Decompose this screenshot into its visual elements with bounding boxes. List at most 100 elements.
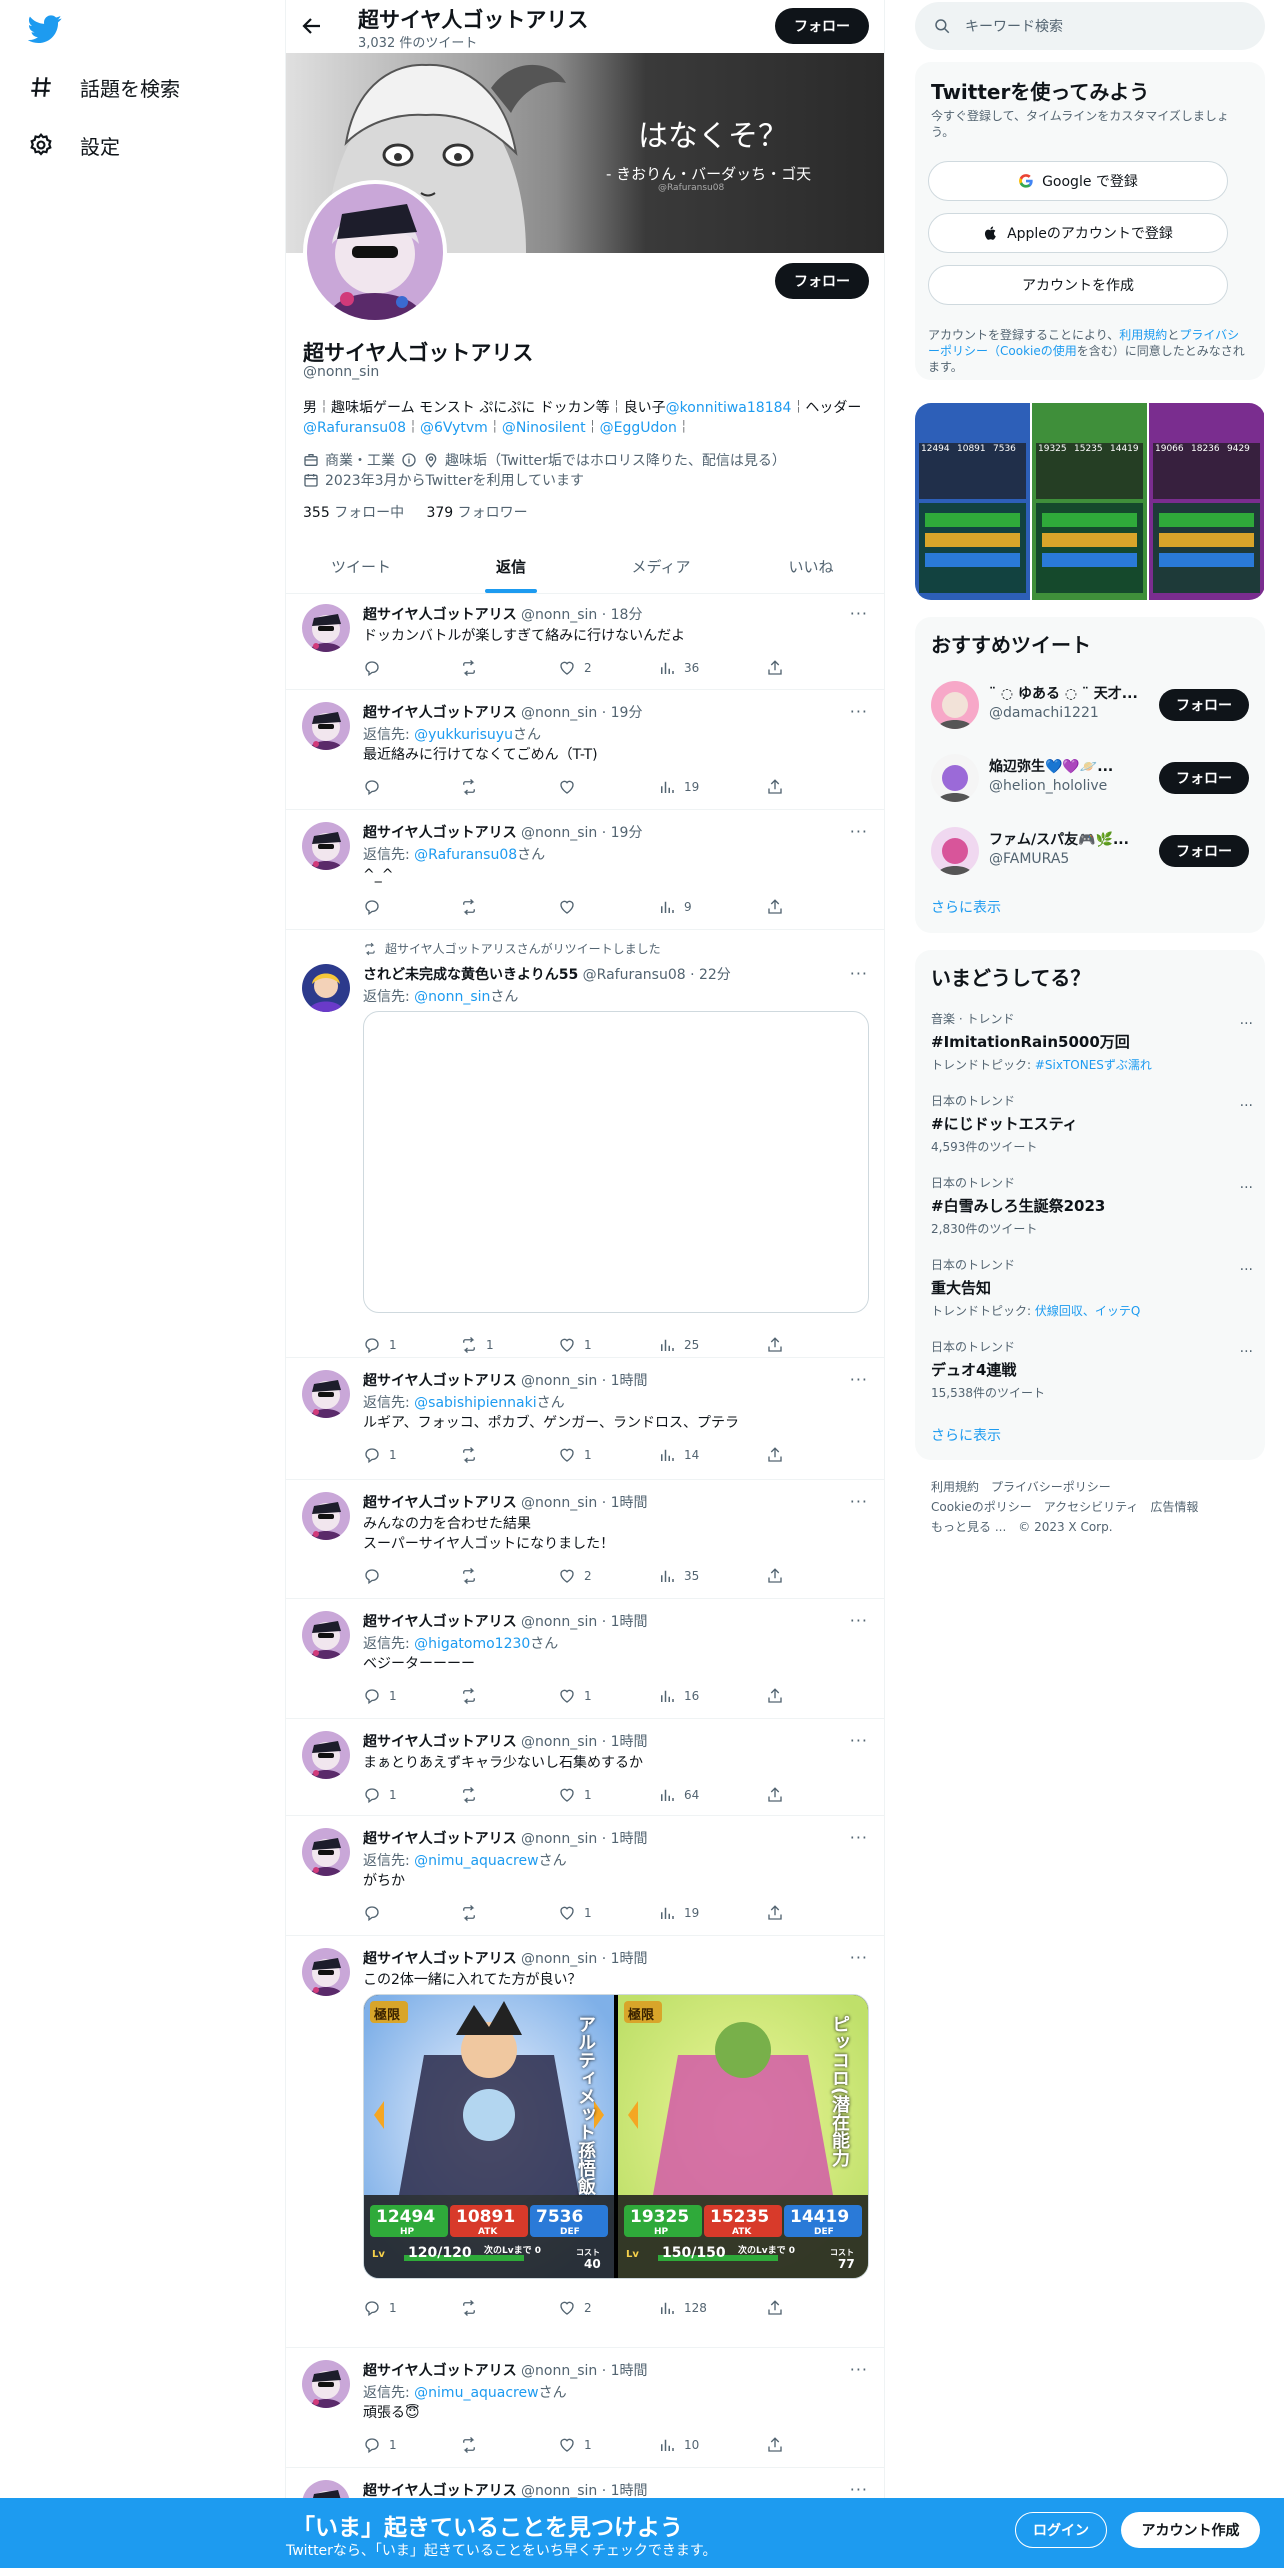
share-button[interactable] [766,2298,784,2318]
more-options-icon[interactable]: ··· [850,1611,868,1630]
reply-button[interactable] [363,658,389,678]
retweet-button[interactable] [460,1445,486,1465]
reply-to-mention[interactable]: @nimu_aquacrew [414,2385,538,2401]
nav-settings[interactable]: 設定 [28,125,120,165]
share-button[interactable] [766,1903,784,1923]
tweet-avatar[interactable] [302,2360,350,2408]
tweet[interactable]: 超サイヤ人ゴットアリス @nonn_sin · 1時間 ··· 返信先: @nimu… [286,1816,884,1936]
reply-button[interactable]: 1 [363,1686,397,1706]
tweet-avatar[interactable] [302,822,350,870]
recommended-avatar[interactable] [931,754,979,802]
retweet-button[interactable] [460,897,486,917]
search-box[interactable]: キーワード検索 [915,2,1265,50]
retweet-button[interactable] [460,2435,486,2455]
tweet[interactable]: 超サイヤ人ゴットアリス @nonn_sin · 1時間 ··· みんなの力を合わせた… [286,1480,884,1599]
like-button[interactable]: 1 [558,1445,592,1465]
recommended-follow-button[interactable]: フォロー [1159,762,1249,794]
tweet[interactable]: 超サイヤ人ゴットアリス @nonn_sin · 1時間 ··· [286,2468,884,2500]
more-options-icon[interactable]: ··· [850,1492,868,1511]
tweet-author-name[interactable]: 超サイヤ人ゴットアリス [363,607,517,623]
tweet-avatar[interactable] [302,702,350,750]
share-button[interactable] [766,1686,784,1706]
tweet[interactable]: 超サイヤ人ゴットアリス @nonn_sin · 1時間 ··· 返信先: @sabi… [286,1358,884,1480]
tweet-avatar[interactable] [302,1948,350,1996]
reply-to-mention[interactable]: @sabishipiennaki [414,1395,536,1411]
like-button[interactable] [558,777,584,797]
bio-mention[interactable]: @konnitiwa18184 [666,400,792,416]
trend-more-icon[interactable]: ··· [1240,1262,1253,1278]
retweet-button[interactable] [460,1686,486,1706]
more-options-icon[interactable]: ··· [850,2480,868,2499]
recommended-follow-button[interactable]: フォロー [1159,689,1249,721]
recommended-name[interactable]: 焔辺弥生💙💜🪐... [989,756,1149,776]
terms-link[interactable]: 利用規約 [1119,328,1167,342]
tweet[interactable]: 超サイヤ人ゴットアリス @nonn_sin · 19分 ··· 返信先: @yukk… [286,690,884,810]
reply-button[interactable]: 1 [363,2298,397,2318]
reply-button[interactable]: 1 [363,1785,397,1805]
share-button[interactable] [766,1566,784,1586]
like-button[interactable]: 1 [558,1686,592,1706]
views-button[interactable]: 19 [658,777,699,797]
recommended-follow-button[interactable]: フォロー [1159,835,1249,867]
more-options-icon[interactable]: ··· [850,2360,868,2379]
views-button[interactable]: 10 [658,2435,699,2455]
views-button[interactable]: 128 [658,2298,707,2318]
tweet-author-name[interactable]: 超サイヤ人ゴットアリス [363,1614,517,1630]
more-options-icon[interactable]: ··· [850,604,868,623]
tweet[interactable]: 超サイヤ人ゴットアリス @nonn_sin · 18分 ··· ドッカンバトルが楽し… [286,592,884,690]
tab-likes[interactable]: いいね [736,540,884,593]
reply-to-mention[interactable]: @higatomo1230 [414,1636,530,1652]
recommended-account[interactable]: ファム/スパ友🎮🌿... @FAMURA5 フォロー [931,823,1251,879]
reply-button[interactable] [363,1903,389,1923]
like-button[interactable]: 1 [558,2435,592,2455]
views-button[interactable]: 25 [658,1335,699,1355]
tweet-author-name[interactable]: 超サイヤ人ゴットアリス [363,1951,517,1967]
reply-button[interactable]: 1 [363,1335,397,1355]
retweet-button[interactable] [460,1903,486,1923]
recommend-show-more[interactable]: さらに表示 [931,897,1001,917]
reply-button[interactable]: 1 [363,1445,397,1465]
trend-item[interactable]: 日本のトレンド 重大告知 トレンドトピック: 伏線回収、イッテQ ··· [931,1256,1253,1319]
more-options-icon[interactable]: ··· [850,964,868,983]
trend-more-icon[interactable]: ··· [1240,1016,1253,1032]
profile-follow-button[interactable]: フォロー [775,263,869,299]
views-button[interactable]: 36 [658,658,699,678]
trend-name[interactable]: デュオ4連戦 [931,1359,1251,1380]
profile-avatar[interactable] [303,180,447,324]
share-button[interactable] [766,777,784,797]
views-button[interactable]: 19 [658,1903,699,1923]
tweet-avatar[interactable] [302,1492,350,1540]
topbar-follow-button[interactable]: フォロー [775,8,869,44]
tweet[interactable]: 超サイヤ人ゴットアリス @nonn_sin · 19分 ··· 返信先: @Rafu… [286,810,884,930]
more-options-icon[interactable]: ··· [850,1948,868,1967]
reply-button[interactable] [363,897,389,917]
retweet-button[interactable] [460,1566,486,1586]
retweet-button[interactable] [460,777,486,797]
google-signup-button[interactable]: Google で登録 [928,161,1228,201]
tweet-avatar[interactable] [302,964,350,1012]
tweet-avatar[interactable] [302,604,350,652]
trend-item[interactable]: 日本のトレンド デュオ4連戦 15,538件のツイート ··· [931,1338,1253,1401]
retweet-button[interactable] [460,1785,486,1805]
apple-signup-button[interactable]: Appleのアカウントで登録 [928,213,1228,253]
recommended-name[interactable]: ファム/スパ友🎮🌿... [989,829,1149,849]
views-button[interactable]: 14 [658,1445,699,1465]
tweet-author-name[interactable]: 超サイヤ人ゴットアリス [363,1734,517,1750]
share-button[interactable] [766,1335,784,1355]
bio-mention[interactable]: @Rafuransu08 [303,420,406,436]
share-button[interactable] [766,897,784,917]
like-button[interactable]: 2 [558,2298,592,2318]
reply-to-mention[interactable]: @nimu_aquacrew [414,1853,538,1869]
tweet[interactable]: 超サイヤ人ゴットアリス @nonn_sin · 1時間 ··· まぁとりあえずキャラ… [286,1719,884,1816]
more-options-icon[interactable]: ··· [850,822,868,841]
share-button[interactable] [766,2435,784,2455]
tweet-author-name[interactable]: 超サイヤ人ゴットアリス [363,825,517,841]
tweet[interactable]: 超サイヤ人ゴットアリス @nonn_sin · 1時間 ··· この2体一緒に入れて… [286,1936,884,2348]
reply-button[interactable] [363,1566,389,1586]
views-button[interactable]: 64 [658,1785,699,1805]
recommended-account[interactable]: 焔辺弥生💙💜🪐... @helion_hololive フォロー [931,750,1251,806]
views-button[interactable]: 35 [658,1566,699,1586]
trend-item[interactable]: 日本のトレンド #白雪みしろ生誕祭2023 2,830件のツイート ··· [931,1174,1253,1237]
reply-to-mention[interactable]: @Rafuransu08 [414,847,517,863]
followers-link[interactable]: 379 フォロワー [426,505,527,521]
